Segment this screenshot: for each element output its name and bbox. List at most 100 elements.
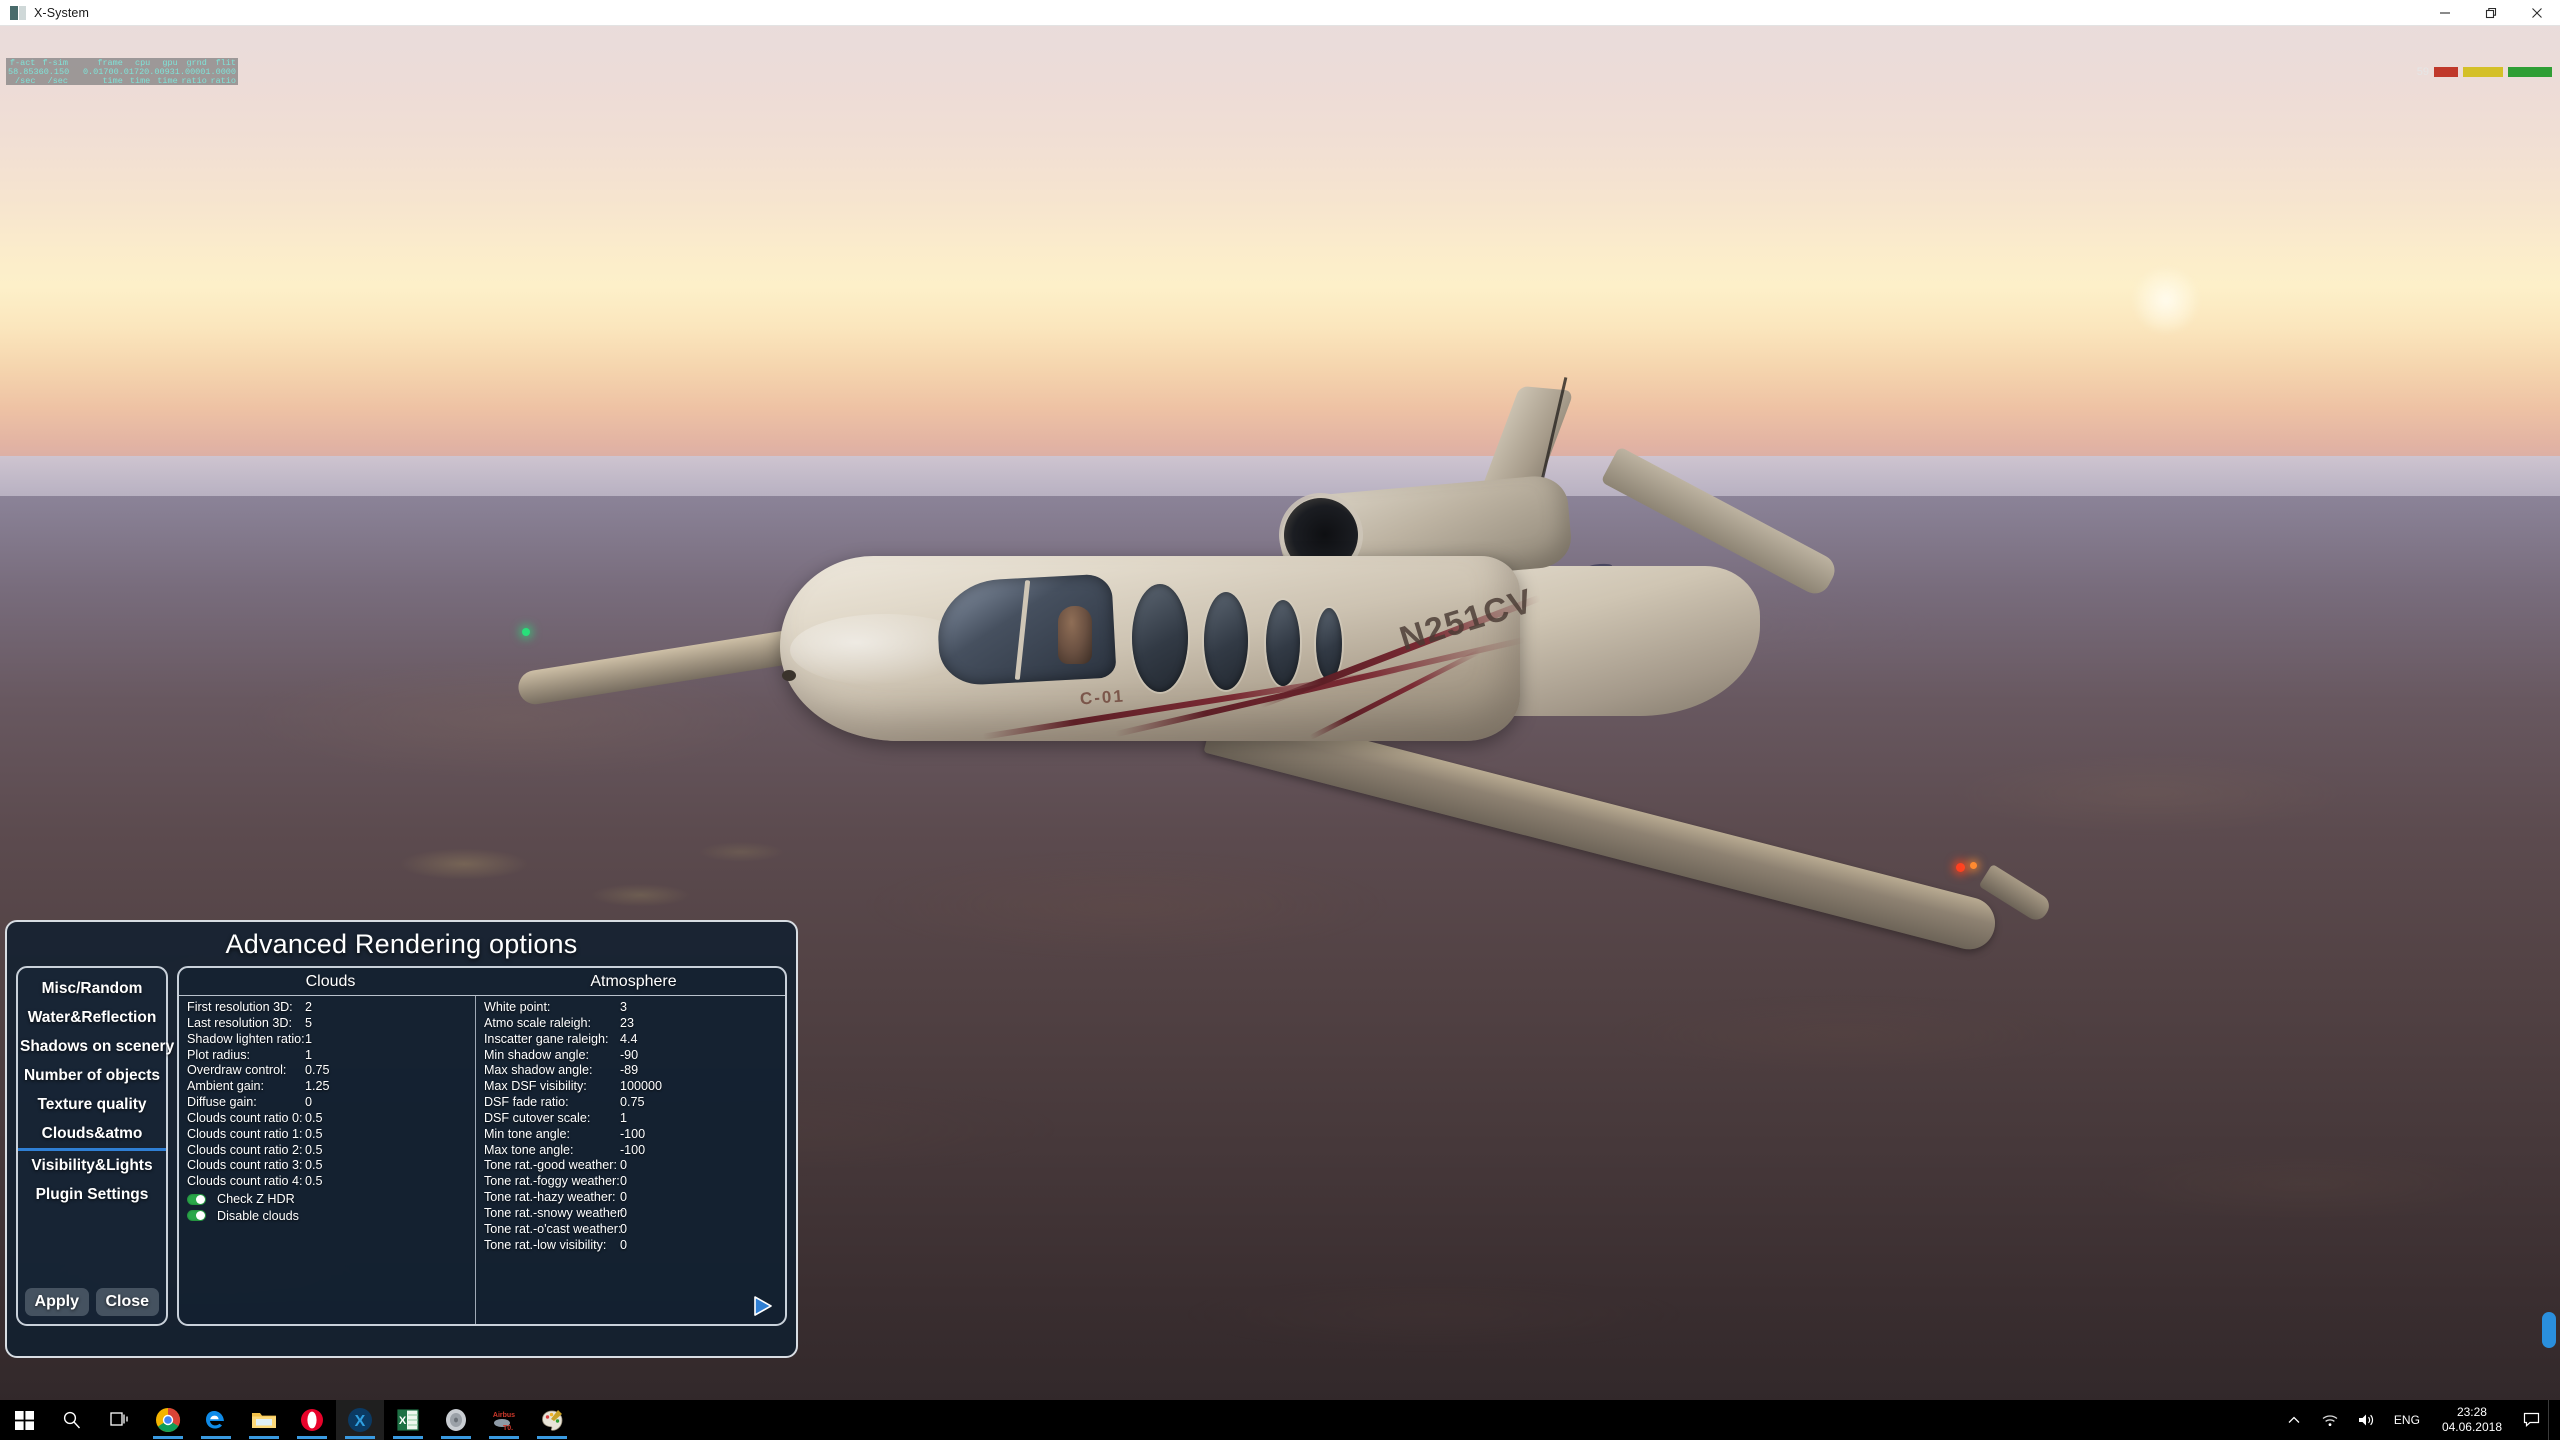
setting-label: Atmo scale raleigh:	[483, 1015, 592, 1030]
notification-icon[interactable]	[2514, 1400, 2548, 1440]
search-icon[interactable]	[48, 1400, 96, 1440]
sidebar-item-shadows-on-scenery[interactable]: Shadows on scenery	[18, 1032, 174, 1061]
edge-icon[interactable]	[192, 1400, 240, 1440]
setting-row[interactable]: Tone rat.-snowy weather: 0	[476, 1206, 785, 1222]
setting-value[interactable]: 1	[305, 1032, 365, 1048]
setting-value[interactable]: 0.5	[305, 1111, 365, 1127]
setting-value[interactable]: -100	[620, 1143, 690, 1159]
setting-value[interactable]: 0.5	[305, 1174, 365, 1190]
setting-value[interactable]: -89	[620, 1063, 690, 1079]
task-view-icon[interactable]	[96, 1400, 144, 1440]
minimize-icon[interactable]	[2422, 0, 2468, 26]
setting-value[interactable]: 2	[305, 1000, 365, 1016]
setting-row[interactable]: Clouds count ratio 0: 0.5	[179, 1111, 475, 1127]
setting-value[interactable]: 0.75	[305, 1063, 365, 1079]
setting-value[interactable]: 0	[620, 1190, 690, 1206]
setting-value[interactable]: 1.25	[305, 1079, 365, 1095]
toggle-switch[interactable]	[187, 1193, 206, 1205]
dialog-title: Advanced Rendering options	[225, 929, 578, 959]
setting-row[interactable]: White point: 3	[476, 1000, 785, 1016]
sidebar-item-texture-quality[interactable]: Texture quality	[18, 1090, 166, 1119]
setting-row[interactable]: Clouds count ratio 2: 0.5	[179, 1143, 475, 1159]
setting-value[interactable]: 0	[620, 1158, 690, 1174]
setting-value[interactable]: 0	[305, 1095, 365, 1111]
setting-row[interactable]: DSF cutover scale: 1	[476, 1111, 785, 1127]
setting-value[interactable]: 0	[620, 1174, 690, 1190]
setting-row[interactable]: Max DSF visibility: 100000	[476, 1079, 785, 1095]
setting-row[interactable]: Clouds count ratio 4: 0.5	[179, 1174, 475, 1190]
close-button[interactable]: Close	[95, 1288, 159, 1316]
setting-row[interactable]: Atmo scale raleigh: 23	[476, 1016, 785, 1032]
setting-label: Max tone angle:	[483, 1142, 574, 1157]
language-indicator[interactable]: ENG	[2384, 1413, 2430, 1427]
setting-value[interactable]: 0	[620, 1206, 690, 1222]
sidebar-item-label: Visibility&Lights	[31, 1157, 153, 1174]
setting-row[interactable]: Clouds count ratio 1: 0.5	[179, 1127, 475, 1143]
clock[interactable]: 23:28 04.06.2018	[2430, 1405, 2514, 1435]
speaker-icon[interactable]	[2348, 1400, 2384, 1440]
setting-value[interactable]: -100	[620, 1127, 690, 1143]
play-triangle-icon[interactable]	[750, 1294, 774, 1318]
setting-row[interactable]: Shadow lighten ratio: 1	[179, 1032, 475, 1048]
setting-toggle-row[interactable]: Disable clouds	[179, 1208, 475, 1224]
paint-palette-icon[interactable]	[528, 1400, 576, 1440]
setting-row[interactable]: Tone rat.-low visibility: 0	[476, 1238, 785, 1254]
setting-row[interactable]: Inscatter gane raleigh: 4.4	[476, 1032, 785, 1048]
setting-row[interactable]: Tone rat.-good weather: 0	[476, 1158, 785, 1174]
restore-icon[interactable]	[2468, 0, 2514, 26]
setting-value[interactable]: 1	[305, 1048, 365, 1064]
setting-row[interactable]: Max shadow angle: -89	[476, 1063, 785, 1079]
excel-icon[interactable]: X	[384, 1400, 432, 1440]
sidebar-item-number-of-objects[interactable]: Number of objects	[18, 1061, 166, 1090]
setting-row[interactable]: Plot radius: 1	[179, 1048, 475, 1064]
setting-value[interactable]: 0.5	[305, 1127, 365, 1143]
sidebar-item-water-reflection[interactable]: Water&Reflection	[18, 1003, 166, 1032]
setting-value[interactable]: 0.5	[305, 1158, 365, 1174]
screen-edge-indicator[interactable]	[2542, 1312, 2556, 1348]
setting-row[interactable]: Max tone angle: -100	[476, 1143, 785, 1159]
setting-row[interactable]: Min tone angle: -100	[476, 1127, 785, 1143]
setting-value[interactable]: 4.4	[620, 1032, 690, 1048]
airbus-icon[interactable]: Airbus T0.	[480, 1400, 528, 1440]
setting-row[interactable]: Overdraw control: 0.75	[179, 1063, 475, 1079]
setting-value[interactable]: -90	[620, 1048, 690, 1064]
show-desktop-button[interactable]	[2548, 1400, 2556, 1440]
setting-value[interactable]: 5	[305, 1016, 365, 1032]
setting-row[interactable]: Last resolution 3D: 5	[179, 1016, 475, 1032]
setting-value[interactable]: 1	[620, 1111, 690, 1127]
setting-value[interactable]: 0.75	[620, 1095, 690, 1111]
opera-icon[interactable]	[288, 1400, 336, 1440]
wifi-icon[interactable]	[2312, 1400, 2348, 1440]
sidebar-item-misc-random[interactable]: Misc/Random	[18, 974, 166, 1003]
setting-row[interactable]: Clouds count ratio 3: 0.5	[179, 1158, 475, 1174]
setting-row[interactable]: Tone rat.-hazy weather: 0	[476, 1190, 785, 1206]
setting-row[interactable]: DSF fade ratio: 0.75	[476, 1095, 785, 1111]
disc-icon[interactable]	[432, 1400, 480, 1440]
apply-button[interactable]: Apply	[25, 1288, 89, 1316]
sidebar-item-plugin-settings[interactable]: Plugin Settings	[18, 1180, 166, 1209]
chrome-icon[interactable]	[144, 1400, 192, 1440]
setting-row[interactable]: Diffuse gain: 0	[179, 1095, 475, 1111]
toggle-switch[interactable]	[187, 1210, 206, 1222]
setting-label: Clouds count ratio 1:	[187, 1126, 303, 1141]
setting-row[interactable]: Tone rat.-foggy weather: 0	[476, 1174, 785, 1190]
setting-value[interactable]: 0	[620, 1238, 690, 1254]
folder-icon[interactable]	[240, 1400, 288, 1440]
setting-value[interactable]: 0	[620, 1222, 690, 1238]
setting-value[interactable]: 23	[620, 1016, 690, 1032]
setting-row[interactable]: Tone rat.-o'cast weather: 0	[476, 1222, 785, 1238]
sidebar-item-clouds-atmo[interactable]: Clouds&atmo	[18, 1119, 166, 1151]
setting-row[interactable]: First resolution 3D: 2	[179, 1000, 475, 1016]
sidebar-item-visibility-lights[interactable]: Visibility&Lights	[18, 1151, 166, 1180]
xplane-icon[interactable]: X	[336, 1400, 384, 1440]
start-button[interactable]	[0, 1400, 48, 1440]
setting-row[interactable]: Ambient gain: 1.25	[179, 1079, 475, 1095]
setting-value[interactable]: 3	[620, 1000, 690, 1016]
setting-value[interactable]: 0.5	[305, 1143, 365, 1159]
setting-row[interactable]: Min shadow angle: -90	[476, 1048, 785, 1064]
chevron-up-icon[interactable]	[2276, 1400, 2312, 1440]
setting-toggle-row[interactable]: Check Z HDR	[179, 1191, 475, 1207]
setting-value[interactable]: 100000	[620, 1079, 690, 1095]
close-icon[interactable]	[2514, 0, 2560, 26]
toggle-knob	[196, 1194, 205, 1204]
